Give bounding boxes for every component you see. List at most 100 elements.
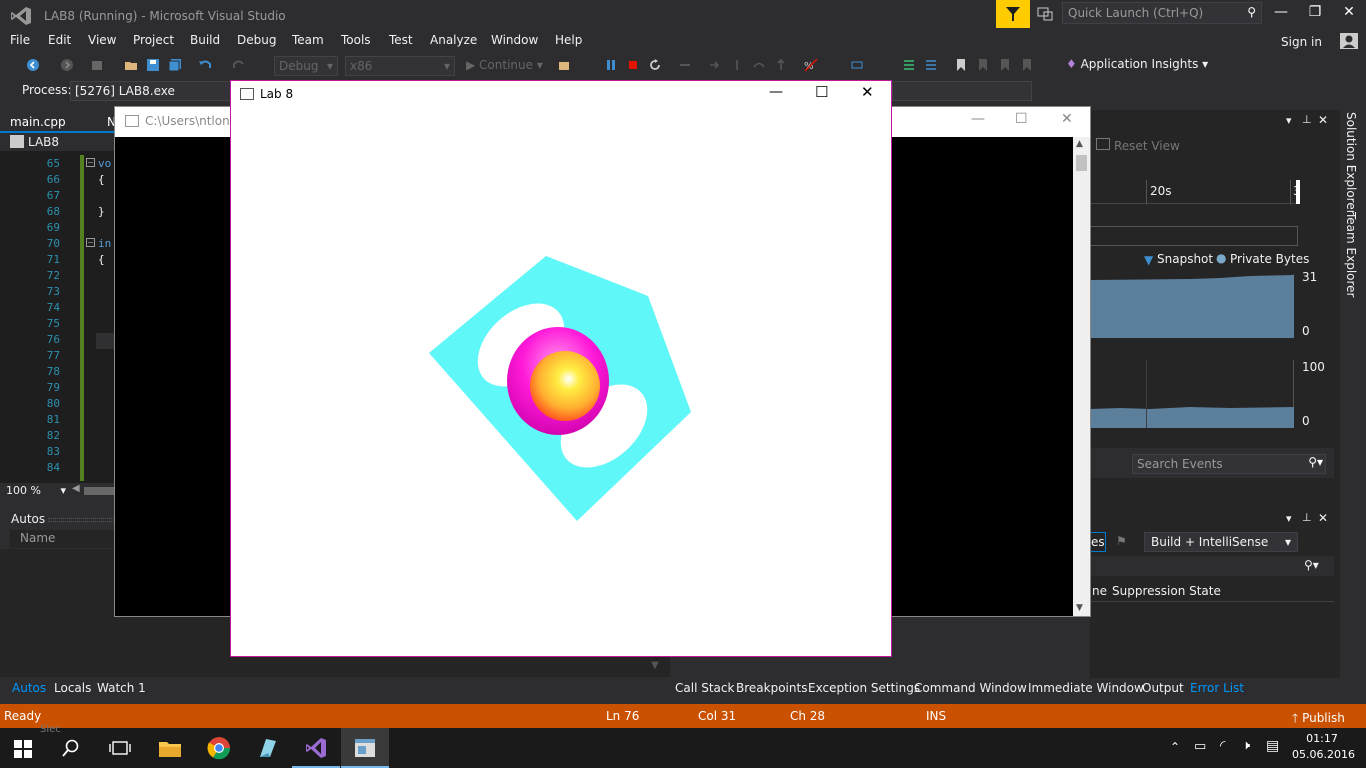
close-panel-icon[interactable]: ✕ [1318,113,1328,127]
new-project-icon[interactable] [90,58,104,72]
show-next-statement-icon[interactable] [678,58,692,72]
menu-view[interactable]: View [88,33,116,47]
search-icon[interactable] [62,739,80,757]
tab-locals[interactable]: Locals [54,681,91,695]
tab-solution-explorer[interactable]: Solution Explorer [1344,112,1358,215]
comment-icon[interactable] [902,58,916,72]
lab8-minimize-button[interactable]: — [769,84,783,100]
panel-dropdown-icon[interactable]: ▾ [1286,114,1292,127]
battery-icon[interactable]: ▭ [1194,739,1206,754]
console-minimize-button[interactable]: — [971,111,985,127]
hex-display-icon[interactable]: % [804,58,818,72]
file-explorer-icon[interactable] [159,738,181,758]
errors-filter-tab[interactable]: es [1090,532,1106,552]
undo-icon[interactable] [198,58,212,72]
menu-file[interactable]: File [10,33,30,47]
tab-immediate-window[interactable]: Immediate Window [1028,681,1144,695]
tab-main-cpp[interactable]: main.cpp [10,115,66,129]
step-back-icon[interactable] [774,58,788,72]
back-icon[interactable] [26,58,40,72]
save-icon[interactable] [146,58,160,72]
feedback-icon[interactable] [1036,6,1054,22]
prev-bookmark-icon[interactable] [976,58,990,72]
restore-button[interactable]: ❐ [1300,4,1330,26]
step-over-icon[interactable] [730,58,744,72]
menu-debug[interactable]: Debug [237,33,276,47]
search-events-input[interactable]: Search Events ⚲▾ [1132,454,1326,474]
taskbar-lab8[interactable] [341,728,389,768]
thread-icon[interactable] [850,58,864,72]
minimize-button[interactable]: — [1266,4,1296,26]
reset-view-button[interactable]: Reset View [1114,139,1180,153]
break-all-icon[interactable] [604,58,618,72]
lab8-maximize-button[interactable]: ☐ [815,83,828,101]
next-bookmark-icon[interactable] [998,58,1012,72]
column-header-suppression[interactable]: Suppression State [1112,584,1221,598]
open-file-icon[interactable] [124,58,138,72]
user-icon[interactable] [1338,32,1360,50]
wifi-icon[interactable]: ◜ [1220,738,1225,754]
stack-frame-select[interactable] [892,81,1032,101]
tab-autos[interactable]: Autos [12,681,46,695]
solution-configuration-select[interactable]: Debug ▾ [274,56,338,76]
scroll-up-icon[interactable]: ▲ [1076,139,1083,149]
show-hidden-icons-icon[interactable]: ⌃ [1170,740,1180,754]
panel-dropdown-icon[interactable]: ▾ [1286,512,1292,525]
menu-team[interactable]: Team [292,33,324,47]
windows-start-icon[interactable] [14,740,32,758]
forward-icon[interactable] [60,58,74,72]
solution-platform-select[interactable]: x86 ▾ [345,56,455,76]
horizontal-scrollbar-thumb[interactable] [84,487,115,495]
project-navigation-bar[interactable]: LAB8 [0,133,115,151]
menu-edit[interactable]: Edit [48,33,71,47]
menu-tools[interactable]: Tools [341,33,371,47]
scroll-down-icon[interactable]: ▼ [646,660,664,676]
lab8-close-button[interactable]: ✕ [861,83,874,101]
close-button[interactable]: ✕ [1334,4,1364,26]
restart-icon[interactable] [648,58,662,72]
uncomment-icon[interactable] [924,58,938,72]
menu-analyze[interactable]: Analyze [430,33,477,47]
scrollbar-thumb[interactable] [1076,155,1087,171]
scroll-left-icon[interactable]: ◀ [72,483,80,494]
chrome-icon[interactable] [207,736,231,760]
tab-team-explorer[interactable]: Team Explorer [1344,212,1358,298]
save-all-icon[interactable] [168,58,182,72]
publish-button[interactable]: 🡑 Publish [1292,709,1345,730]
quick-launch-input[interactable]: Quick Launch (Ctrl+Q) ⚲ [1062,2,1262,24]
menu-help[interactable]: Help [555,33,582,47]
error-search-bar[interactable]: ⚲▾ [1090,556,1334,576]
continue-button[interactable]: ▶ Continue ▾ [466,58,543,72]
code-editor[interactable]: 65 66 67 68 69 70 71 72 73 74 75 76 77 7… [0,151,115,483]
error-source-select[interactable]: Build + IntelliSense ▾ [1144,532,1298,552]
redo-icon[interactable] [232,58,246,72]
clear-bookmarks-icon[interactable] [1020,58,1034,72]
menu-build[interactable]: Build [190,33,220,47]
process-select[interactable]: [5276] LAB8.exe [70,81,240,101]
zoom-select[interactable]: 100 % ▾ [6,484,66,498]
collapse-icon[interactable]: − [86,158,95,167]
step-into-icon[interactable] [708,58,722,72]
scroll-down-icon[interactable]: ▼ [1076,603,1083,613]
column-header[interactable]: ne [1092,584,1107,598]
sign-in-link[interactable]: Sign in [1281,35,1322,49]
volume-muted-icon[interactable]: 🕨 [1242,738,1250,753]
tab-exception-settings[interactable]: Exception Settings [808,681,920,695]
notifications-filter-button[interactable] [996,0,1030,28]
pin-icon[interactable]: ⊥ [1302,113,1312,126]
tab-breakpoints[interactable]: Breakpoints [736,681,807,695]
filter-icon[interactable]: ⚑ [1116,534,1127,548]
app-icon[interactable] [256,737,278,759]
task-view-icon[interactable] [109,740,131,756]
clock[interactable]: 01:17 05.06.2016 [1292,731,1355,763]
autos-column-header[interactable]: Name [10,530,115,548]
action-center-icon[interactable]: ▤ [1266,738,1279,754]
tab-output[interactable]: Output [1142,681,1184,695]
console-maximize-button[interactable]: ☐ [1015,111,1028,127]
bookmark-icon[interactable] [954,58,968,72]
console-close-button[interactable]: ✕ [1061,111,1073,127]
attach-process-icon[interactable] [558,58,572,72]
application-insights-button[interactable]: ♦ Application Insights ▾ [1066,57,1208,71]
menu-project[interactable]: Project [133,33,174,47]
pin-icon[interactable]: ⊥ [1302,511,1312,524]
